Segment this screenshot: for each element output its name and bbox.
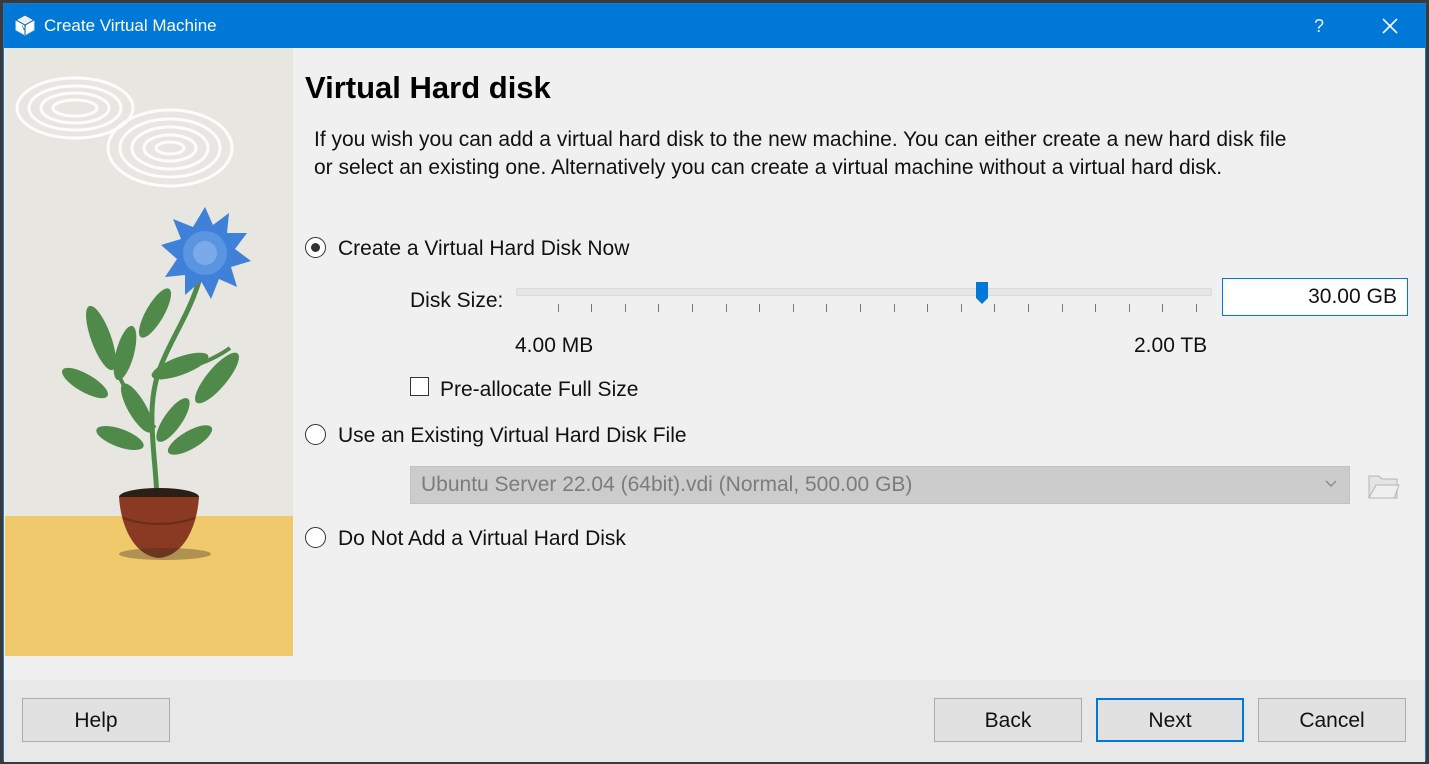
slider-tick	[994, 304, 996, 312]
slider-tick	[692, 304, 693, 312]
existing-disk-select[interactable]: Ubuntu Server 22.04 (64bit).vdi (Normal,…	[410, 466, 1350, 504]
slider-tick	[624, 304, 626, 312]
slider-tick	[1196, 304, 1197, 312]
cancel-button[interactable]: Cancel	[1258, 698, 1406, 742]
help-question-button[interactable]: ?	[1304, 12, 1334, 40]
slider-tick	[960, 304, 962, 312]
virtualbox-cube-icon: V	[14, 14, 36, 36]
preallocate-checkbox[interactable]	[410, 377, 429, 396]
slider-tick	[658, 304, 660, 312]
slider-tick	[1061, 304, 1063, 312]
page-title: Virtual Hard disk	[305, 70, 551, 105]
disk-size-value: 30.00	[1308, 285, 1361, 308]
disk-size-slider[interactable]	[516, 278, 1212, 318]
slider-tick	[893, 304, 895, 312]
use-existing-disk-label[interactable]: Use an Existing Virtual Hard Disk File	[338, 424, 687, 448]
create-new-disk-radio[interactable]	[305, 237, 326, 258]
existing-disk-selected-value: Ubuntu Server 22.04 (64bit).vdi (Normal,…	[421, 473, 913, 496]
disk-size-label: Disk Size:	[410, 289, 504, 312]
slider-track	[516, 288, 1212, 296]
next-button[interactable]: Next	[1096, 698, 1244, 742]
title-bar: V Create Virtual Machine ?	[4, 4, 1425, 48]
slider-tick	[1162, 304, 1164, 312]
slider-tick	[1128, 304, 1130, 312]
help-button[interactable]: Help	[22, 698, 170, 742]
slider-thumb[interactable]	[976, 282, 989, 304]
no-disk-radio[interactable]	[305, 527, 326, 548]
no-disk-label[interactable]: Do Not Add a Virtual Hard Disk	[338, 527, 626, 551]
back-button[interactable]: Back	[934, 698, 1082, 742]
wizard-illustration	[5, 48, 293, 656]
disk-size-input[interactable]: 30.00 GB	[1222, 278, 1408, 316]
slider-tick	[927, 304, 929, 312]
close-icon[interactable]	[1370, 10, 1410, 42]
create-new-disk-label[interactable]: Create a Virtual Hard Disk Now	[338, 237, 629, 261]
create-vm-dialog: V Create Virtual Machine ? Virtual Hard …	[3, 3, 1426, 762]
slider-tick	[1095, 304, 1097, 312]
folder-icon[interactable]	[1366, 468, 1400, 502]
button-bar: Help Back Next Cancel	[4, 680, 1425, 762]
disk-size-max-label: 2.00 TB	[1134, 334, 1208, 357]
use-existing-disk-radio[interactable]	[305, 424, 326, 445]
disk-size-min-label: 4.00 MB	[515, 334, 594, 357]
slider-tick	[759, 304, 761, 312]
window-title: Create Virtual Machine	[44, 16, 217, 35]
chevron-down-icon	[1325, 480, 1337, 487]
preallocate-label[interactable]: Pre-allocate Full Size	[440, 378, 638, 402]
disk-size-unit: GB	[1366, 285, 1397, 308]
slider-tick	[792, 304, 794, 312]
slider-tick	[860, 304, 861, 312]
slider-tick	[591, 304, 593, 312]
slider-tick	[557, 304, 559, 312]
slider-tick	[1028, 304, 1029, 312]
page-description: If you wish you can add a virtual hard d…	[314, 128, 1287, 179]
slider-tick	[725, 304, 727, 312]
slider-tick	[826, 304, 828, 312]
